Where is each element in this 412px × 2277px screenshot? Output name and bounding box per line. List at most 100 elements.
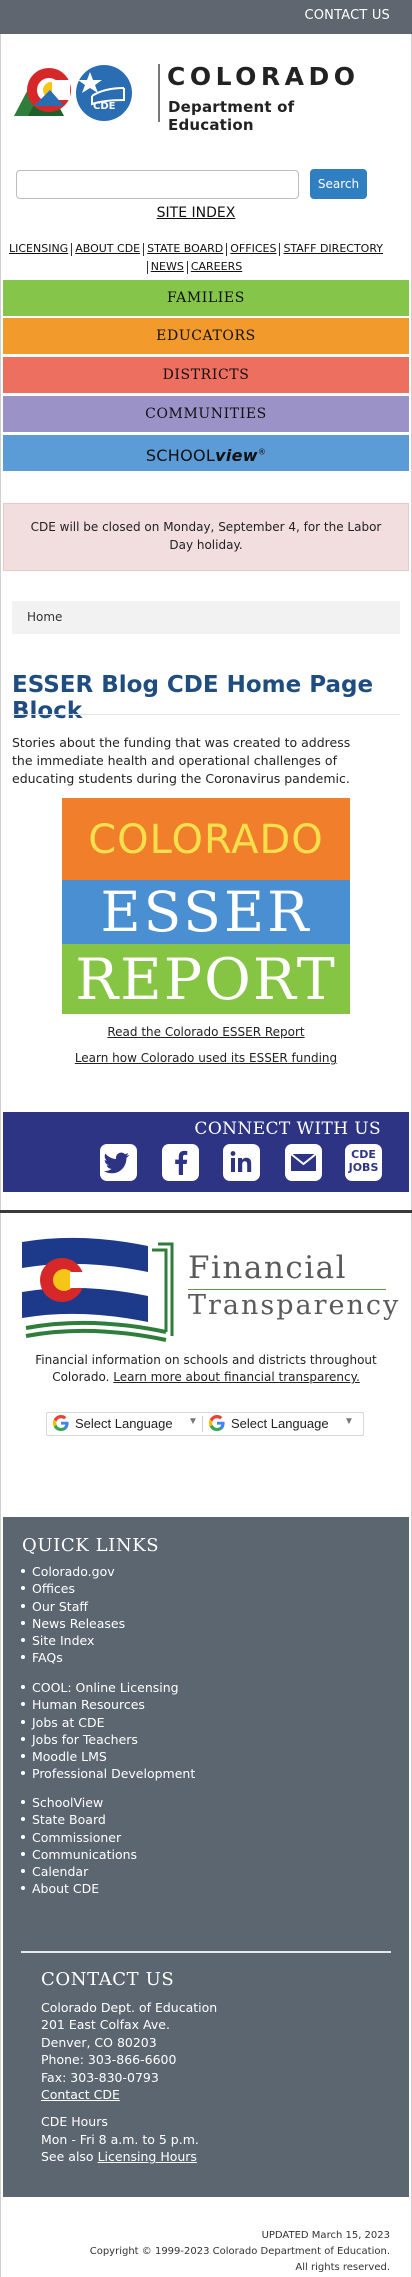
- see-also-label: See also: [41, 2149, 94, 2165]
- schoolview-registered-mark: ®: [257, 448, 267, 457]
- footer-link-our-staff[interactable]: Our Staff: [20, 1598, 125, 1615]
- separator: [202, 1416, 203, 1432]
- hours-title: CDE Hours: [41, 2114, 108, 2130]
- footer-link-faqs[interactable]: FAQs: [20, 1649, 125, 1666]
- google-icon: [209, 1415, 225, 1431]
- facebook-icon[interactable]: [162, 1144, 199, 1181]
- read-esser-report-link[interactable]: Read the Colorado ESSER Report: [0, 1025, 412, 1039]
- contact-address-1: 201 East Colfax Ave.: [41, 2017, 170, 2033]
- language-selector[interactable]: Select Language ▼ Select Language ▼: [46, 1412, 364, 1436]
- contact-name: Colorado Dept. of Education: [41, 2000, 218, 2015]
- twitter-icon[interactable]: [100, 1144, 137, 1181]
- schoolview-part-view: view: [215, 446, 258, 466]
- footer-link-moodle[interactable]: Moodle LMS: [20, 1748, 195, 1765]
- logo-divider: [158, 64, 160, 122]
- news-link[interactable]: NEWS: [148, 260, 187, 273]
- footer-link-jobs-at-cde[interactable]: Jobs at CDE: [20, 1714, 195, 1731]
- footer: QUICK LINKS Colorado.gov Offices Our Sta…: [3, 1517, 409, 2197]
- learn-esser-funding-link[interactable]: Learn how Colorado used its ESSER fundin…: [0, 1051, 412, 1065]
- footer-link-commissioner[interactable]: Commissioner: [20, 1829, 137, 1846]
- quick-links-title: QUICK LINKS: [22, 1535, 160, 1556]
- contact-cde-link[interactable]: Contact CDE: [41, 2086, 217, 2103]
- schoolview-logo: SCHOOLview®: [146, 446, 266, 465]
- footer-link-about-cde[interactable]: About CDE: [20, 1880, 137, 1897]
- linkedin-icon[interactable]: [223, 1144, 260, 1181]
- hours-text: Mon - Fri 8 a.m. to 5 p.m.: [41, 2131, 199, 2147]
- see-also-line: See also Licensing Hours: [41, 2148, 217, 2165]
- careers-link[interactable]: CAREERS: [188, 260, 245, 273]
- financial-title-line1: Financial: [188, 1250, 348, 1286]
- language-select-2[interactable]: Select Language: [209, 1413, 329, 1435]
- chevron-down-icon: ▼: [188, 1416, 198, 1427]
- nav-families[interactable]: FAMILIES: [3, 280, 409, 316]
- licensing-hours-link[interactable]: Licensing Hours: [98, 2149, 197, 2164]
- offices-link[interactable]: OFFICES: [227, 242, 279, 255]
- title-divider: [12, 714, 400, 715]
- footer-link-offices[interactable]: Offices: [20, 1580, 125, 1597]
- site-index-link[interactable]: SITE INDEX: [0, 205, 392, 221]
- footer-link-site-index[interactable]: Site Index: [20, 1632, 125, 1649]
- quick-links-group-2: COOL: Online Licensing Human Resources J…: [20, 1679, 195, 1783]
- copyright-text: Copyright © 1999-2023 Colorado Departmen…: [89, 2246, 390, 2257]
- financial-transparency-logo[interactable]: Financial Transparency: [20, 1236, 400, 1346]
- intro-text: Stories about the funding that was creat…: [12, 735, 351, 786]
- breadcrumb-home[interactable]: Home: [27, 610, 62, 624]
- cde-jobs-icon[interactable]: CDE JOBS: [345, 1144, 382, 1181]
- language-select-1[interactable]: Select Language: [53, 1413, 173, 1435]
- connect-title: CONNECT WITH US: [194, 1119, 381, 1139]
- footer-link-state-board[interactable]: State Board: [20, 1811, 137, 1828]
- financial-transparency-link[interactable]: Learn more about financial transparency.: [113, 1370, 360, 1384]
- connect-with-us: CONNECT WITH US CDE JOBS: [3, 1112, 409, 1192]
- financial-title-line2: Transparency: [188, 1290, 401, 1321]
- licensing-link[interactable]: LICENSING: [6, 242, 71, 255]
- search-button[interactable]: Search: [310, 169, 367, 199]
- schoolview-part-school: SCHOOL: [145, 446, 216, 466]
- nav-communities[interactable]: COMMUNITIES: [3, 396, 409, 432]
- footer-divider: [21, 1951, 391, 1953]
- contact-phone: Phone: 303-866-6600: [41, 2052, 177, 2068]
- breadcrumb: Home: [12, 601, 400, 634]
- footer-contact-title: CONTACT US: [41, 1969, 175, 1990]
- cde-jobs-label-1: CDE: [351, 1148, 376, 1161]
- quick-links-group-1: Colorado.gov Offices Our Staff News Rele…: [20, 1563, 125, 1667]
- footer-link-calendar[interactable]: Calendar: [20, 1863, 137, 1880]
- footer-link-jobs-for-teachers[interactable]: Jobs for Teachers: [20, 1731, 195, 1748]
- nav-educators[interactable]: EDUCATORS: [3, 318, 409, 354]
- about-cde-link[interactable]: ABOUT CDE: [72, 242, 143, 255]
- esser-image-colorado: COLORADO: [62, 798, 350, 880]
- footer-link-communications[interactable]: Communications: [20, 1846, 137, 1863]
- search-input[interactable]: [16, 170, 299, 199]
- logo-badge-text: CDE: [93, 101, 116, 112]
- contact-fax: Fax: 303-830-0793: [41, 2069, 159, 2085]
- logo-wordmark-department: Department of Education: [168, 98, 295, 134]
- esser-report-image[interactable]: COLORADO ESSER REPORT: [62, 798, 350, 1014]
- esser-image-esser: ESSER: [62, 880, 350, 944]
- contact-address-2: Denver, CO 80203: [41, 2034, 157, 2050]
- state-board-link[interactable]: STATE BOARD: [144, 242, 226, 255]
- footer-contact-info: Colorado Dept. of Education 201 East Col…: [41, 1999, 217, 2166]
- contact-us-link[interactable]: CONTACT US: [304, 8, 390, 23]
- footer-link-news-releases[interactable]: News Releases: [20, 1615, 125, 1632]
- updated-date: UPDATED March 15, 2023: [261, 2230, 390, 2241]
- footer-link-schoolview[interactable]: SchoolView: [20, 1794, 137, 1811]
- top-bar: CONTACT US: [0, 0, 412, 34]
- utility-links-row-2: NEWS CAREERS: [0, 260, 392, 274]
- footer-link-human-resources[interactable]: Human Resources: [20, 1696, 195, 1713]
- colorado-c-logo-icon: [14, 65, 132, 121]
- footer-link-cool[interactable]: COOL: Online Licensing: [20, 1679, 195, 1696]
- nav-schoolview[interactable]: SCHOOLview®: [3, 435, 409, 471]
- footer-link-professional-development[interactable]: Professional Development: [20, 1765, 195, 1782]
- nav-districts[interactable]: DISTRICTS: [3, 357, 409, 393]
- staff-directory-link[interactable]: STAFF DIRECTORY: [280, 242, 386, 255]
- colorado-flag-icon: [22, 1237, 174, 1342]
- email-icon[interactable]: [285, 1144, 322, 1181]
- esser-image-report: REPORT: [62, 944, 350, 1014]
- google-icon: [53, 1415, 69, 1431]
- page-title: ESSER Blog CDE Home Page Block: [12, 672, 374, 724]
- cde-logo[interactable]: CDE COLORADO Department of Education: [12, 60, 372, 134]
- footer-link-colorado-gov[interactable]: Colorado.gov: [20, 1563, 125, 1580]
- quick-links-group-3: SchoolView State Board Commissioner Comm…: [20, 1794, 137, 1898]
- closure-alert: CDE will be closed on Monday, September …: [3, 503, 409, 571]
- logo-wordmark-colorado: COLORADO: [167, 62, 360, 91]
